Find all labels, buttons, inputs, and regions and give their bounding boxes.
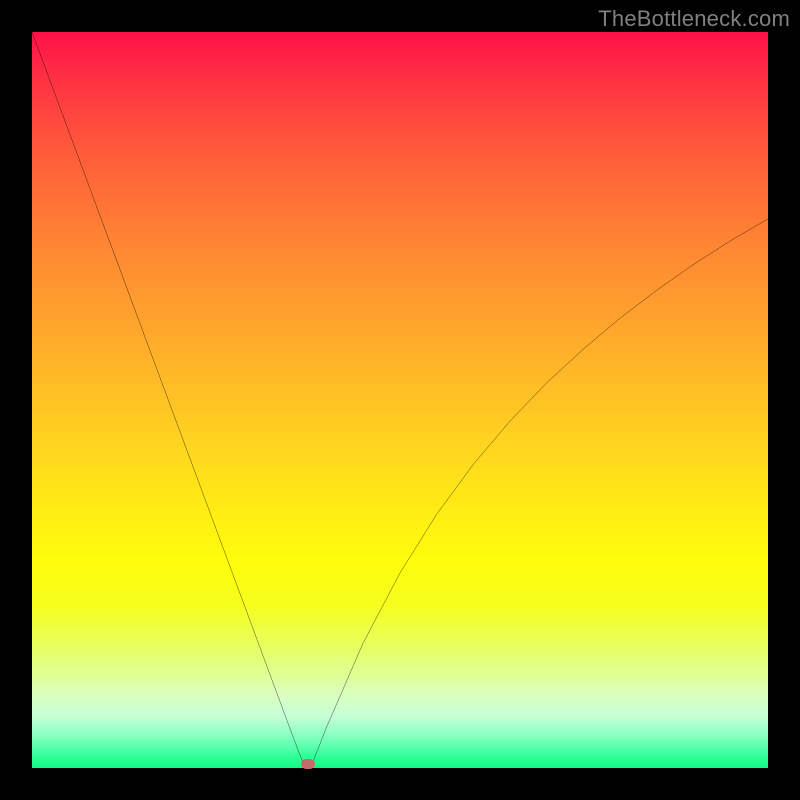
chart-frame: TheBottleneck.com bbox=[0, 0, 800, 800]
watermark: TheBottleneck.com bbox=[598, 6, 790, 32]
curve-svg bbox=[32, 32, 768, 768]
bottleneck-curve bbox=[32, 32, 768, 765]
optimum-marker bbox=[301, 759, 315, 769]
plot-area bbox=[32, 32, 768, 768]
